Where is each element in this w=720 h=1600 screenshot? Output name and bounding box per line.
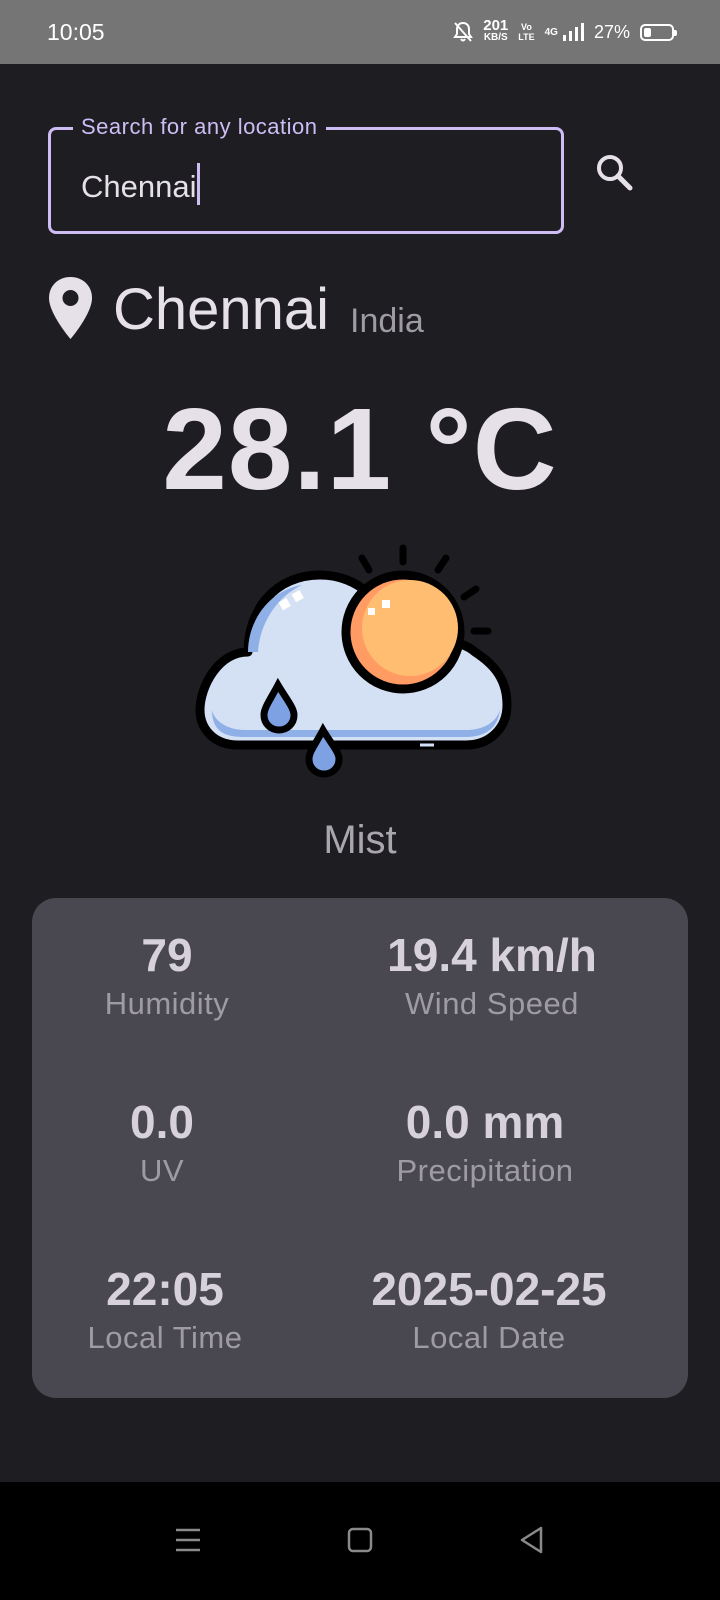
local-date-label: Local Date <box>412 1320 566 1355</box>
uv-value: 0.0 <box>130 1096 194 1148</box>
back-icon[interactable] <box>514 1522 550 1558</box>
wind-speed-value: 19.4 km/h <box>387 929 597 981</box>
weather-condition: Mist <box>323 818 397 862</box>
stat-local-time: 22:05 Local Time <box>5 1262 325 1356</box>
volte-indicator: Vo LTE <box>518 22 534 42</box>
stat-humidity: 79 Humidity <box>7 928 327 1022</box>
search-label: Search for any location <box>73 114 326 140</box>
home-icon[interactable] <box>342 1522 378 1558</box>
precipitation-value: 0.0 mm <box>405 1096 565 1148</box>
local-date-value: 2025-02-25 <box>371 1263 607 1315</box>
net-speed-unit: KB/S <box>483 32 508 43</box>
mute-icon <box>453 21 474 42</box>
search-field[interactable]: Search for any location Chennai <box>48 114 564 234</box>
status-bar: 10:05 201 KB/S Vo LTE 4G 27% <box>0 0 720 64</box>
battery-percent: 27% <box>593 21 630 42</box>
stat-wind-speed: 19.4 km/h Wind Speed <box>332 928 652 1022</box>
location-pin-icon <box>49 277 92 339</box>
search-input[interactable]: Chennai <box>81 163 201 205</box>
humidity-label: Humidity <box>104 986 230 1021</box>
wind-speed-label: Wind Speed <box>405 986 579 1021</box>
menu-icon[interactable] <box>170 1522 206 1558</box>
temperature: 28.1 °C <box>162 384 558 514</box>
country-name: India <box>350 302 424 340</box>
search-icon[interactable] <box>592 150 638 196</box>
stat-precipitation: 0.0 mm Precipitation <box>325 1095 645 1189</box>
search-input-text: Chennai <box>81 169 197 204</box>
humidity-value: 79 <box>141 929 193 981</box>
weather-stats-card: 79 Humidity 19.4 km/h Wind Speed 0.0 UV … <box>32 898 688 1398</box>
signal-icon <box>562 23 584 41</box>
precipitation-label: Precipitation <box>396 1153 574 1188</box>
net-speed: 201 KB/S <box>483 17 509 44</box>
local-time-label: Local Time <box>87 1320 243 1355</box>
stat-local-date: 2025-02-25 Local Date <box>329 1262 649 1356</box>
navigation-bar <box>0 1482 720 1600</box>
city-name: Chennai <box>113 277 330 342</box>
local-time-value: 22:05 <box>106 1263 224 1315</box>
volte-bottom: LTE <box>518 32 535 42</box>
cloud-sun-rain-icon <box>195 544 512 778</box>
battery-fill <box>644 27 651 37</box>
status-icons: 201 KB/S Vo LTE 4G 27% <box>453 17 677 47</box>
network-type: 4G <box>544 26 558 38</box>
battery-icon <box>640 23 677 41</box>
status-time: 10:05 <box>47 19 105 45</box>
net-speed-value: 201 <box>483 17 509 34</box>
volte-top: Vo <box>521 22 532 32</box>
stat-uv: 0.0 UV <box>2 1095 322 1189</box>
uv-label: UV <box>139 1153 185 1188</box>
text-caret <box>197 163 201 205</box>
